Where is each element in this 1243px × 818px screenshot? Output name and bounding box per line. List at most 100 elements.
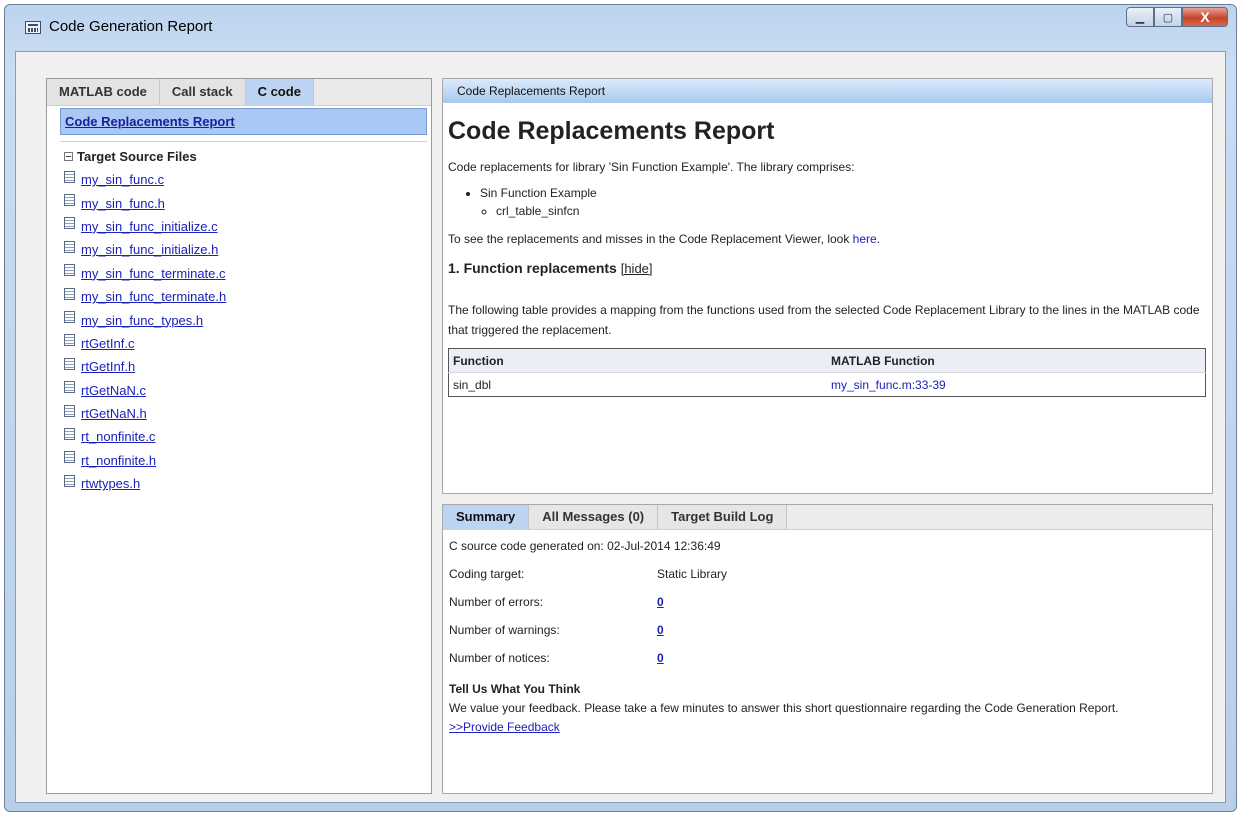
file-link[interactable]: rt_nonfinite.h xyxy=(81,453,156,468)
file-link[interactable]: rt_nonfinite.c xyxy=(81,429,155,444)
feedback-title: Tell Us What You Think xyxy=(449,682,581,696)
file-item[interactable]: my_sin_func_types.h xyxy=(64,308,431,331)
coding-target-value: Static Library xyxy=(657,567,728,581)
file-link[interactable]: my_sin_func_terminate.c xyxy=(81,266,226,281)
library-name: Sin Function Example xyxy=(480,186,597,200)
file-link[interactable]: rtwtypes.h xyxy=(81,476,140,491)
notices-label: Number of notices: xyxy=(449,651,550,665)
target-source-files-node[interactable]: Target Source Files xyxy=(64,149,431,164)
tab-summary[interactable]: Summary xyxy=(443,505,530,529)
file-item[interactable]: rtwtypes.h xyxy=(64,472,431,495)
column-header: Function xyxy=(448,348,827,373)
minimize-button[interactable]: ▁ xyxy=(1126,7,1154,27)
file-icon xyxy=(64,170,75,183)
summary-tabs: Summary All Messages (0) Target Build Lo… xyxy=(443,505,1212,530)
tab-c-code[interactable]: C code xyxy=(245,79,314,105)
file-icon xyxy=(64,287,75,300)
tab-matlab-code[interactable]: MATLAB code xyxy=(47,79,160,105)
maximize-button[interactable]: ▢ xyxy=(1154,7,1182,27)
viewer-text-end: . xyxy=(876,232,881,246)
file-item[interactable]: rtGetInf.h xyxy=(64,355,431,378)
tab-target-build-log[interactable]: Target Build Log xyxy=(658,505,788,529)
file-item[interactable]: my_sin_func.c xyxy=(64,168,431,191)
close-icon: X xyxy=(1200,9,1210,25)
window-title: Code Generation Report xyxy=(49,18,213,35)
viewer-text: To see the replacements and misses in th… xyxy=(448,230,1206,248)
table-description: The following table provides a mapping f… xyxy=(448,303,1200,337)
file-link[interactable]: rtGetNaN.c xyxy=(81,383,146,398)
notices-count-link[interactable]: 0 xyxy=(657,651,664,665)
file-icon xyxy=(64,404,75,417)
function-replacements-table: Function MATLAB Function sin_dbl my_sin_… xyxy=(448,348,1206,397)
file-item[interactable]: rtGetNaN.c xyxy=(64,379,431,402)
file-link[interactable]: rtGetNaN.h xyxy=(81,406,147,421)
file-icon xyxy=(64,334,75,347)
title-bar[interactable]: Code Generation Report ▁ ▢ X xyxy=(5,5,1236,49)
generated-row: C source code generated on: 02-Jul-2014 … xyxy=(449,532,1212,560)
errors-count-link[interactable]: 0 xyxy=(657,595,664,609)
warnings-count-link[interactable]: 0 xyxy=(657,623,664,637)
navigation-panel: MATLAB code Call stack C code Code Repla… xyxy=(46,78,432,794)
file-link[interactable]: my_sin_func_initialize.h xyxy=(81,242,218,257)
file-icon xyxy=(64,381,75,394)
file-list: my_sin_func.c my_sin_func.h my_sin_func_… xyxy=(47,168,431,495)
file-item[interactable]: rt_nonfinite.c xyxy=(64,425,431,448)
file-link[interactable]: my_sin_func.h xyxy=(81,196,165,211)
column-header: MATLAB Function xyxy=(827,348,1206,373)
section-title: 1. Function replacements [hide] xyxy=(448,260,1206,276)
warnings-row: Number of warnings: 0 xyxy=(449,616,1212,644)
report-header: Code Replacements Report xyxy=(443,79,1212,103)
tab-call-stack[interactable]: Call stack xyxy=(159,79,246,105)
errors-label: Number of errors: xyxy=(449,595,544,609)
coding-target-row: Coding target: Static Library xyxy=(449,560,1212,588)
file-link[interactable]: my_sin_func_types.h xyxy=(81,313,203,328)
file-item[interactable]: my_sin_func_terminate.c xyxy=(64,262,431,285)
tab-all-messages[interactable]: All Messages (0) xyxy=(529,505,659,529)
file-item[interactable]: rtGetNaN.h xyxy=(64,402,431,425)
content-area: Code Replacements Report Code Replacemen… xyxy=(442,78,1213,794)
summary-details: C source code generated on: 02-Jul-2014 … xyxy=(443,530,1212,672)
report-body: Code Replacements Report Code replacemen… xyxy=(443,117,1212,397)
file-icon xyxy=(64,357,75,370)
file-item[interactable]: rt_nonfinite.h xyxy=(64,449,431,472)
file-item[interactable]: my_sin_func_terminate.h xyxy=(64,285,431,308)
here-link[interactable]: here xyxy=(853,232,877,246)
table-header-row: Function MATLAB Function xyxy=(448,348,1206,373)
hide-link[interactable]: [hide] xyxy=(621,261,653,276)
file-link[interactable]: rtGetInf.h xyxy=(81,359,135,374)
generated-label: C source code generated on: xyxy=(449,539,604,553)
selected-report-item[interactable]: Code Replacements Report xyxy=(60,108,427,135)
file-item[interactable]: my_sin_func.h xyxy=(64,191,431,214)
section-title-text: 1. Function replacements xyxy=(448,260,617,276)
file-icon xyxy=(64,451,75,464)
library-list: Sin Function Example crl_table_sinfcn xyxy=(448,184,1206,220)
code-replacements-report-link[interactable]: Code Replacements Report xyxy=(65,114,235,129)
page-title: Code Replacements Report xyxy=(448,117,775,145)
file-icon xyxy=(64,240,75,253)
window-controls: ▁ ▢ X xyxy=(1126,7,1228,29)
table-item: crl_table_sinfcn xyxy=(496,202,1206,220)
collapse-icon[interactable] xyxy=(64,152,73,161)
file-link[interactable]: my_sin_func_terminate.h xyxy=(81,289,226,304)
viewer-text-body: To see the replacements and misses in th… xyxy=(448,232,853,246)
navigation-tabs: MATLAB code Call stack C code xyxy=(47,79,431,106)
window-client-area: MATLAB code Call stack C code Code Repla… xyxy=(15,51,1226,803)
coding-target-label: Coding target: xyxy=(449,567,525,581)
matlab-function-link[interactable]: my_sin_func.m:33-39 xyxy=(831,378,946,392)
file-link[interactable]: rtGetInf.c xyxy=(81,336,134,351)
tree-title: Target Source Files xyxy=(77,149,197,164)
file-icon xyxy=(64,427,75,440)
file-item[interactable]: my_sin_func_initialize.h xyxy=(64,238,431,261)
warnings-label: Number of warnings: xyxy=(449,623,560,637)
file-icon xyxy=(64,474,75,487)
provide-feedback-link[interactable]: >>Provide Feedback xyxy=(449,720,560,734)
file-link[interactable]: my_sin_func_initialize.c xyxy=(81,219,218,234)
file-item[interactable]: my_sin_func_initialize.c xyxy=(64,215,431,238)
file-link[interactable]: my_sin_func.c xyxy=(81,172,164,187)
errors-row: Number of errors: 0 xyxy=(449,588,1212,616)
summary-pane: Summary All Messages (0) Target Build Lo… xyxy=(442,504,1213,794)
file-icon xyxy=(64,311,75,324)
file-item[interactable]: rtGetInf.c xyxy=(64,332,431,355)
report-pane: Code Replacements Report Code Replacemen… xyxy=(442,78,1213,494)
close-button[interactable]: X xyxy=(1182,7,1228,27)
